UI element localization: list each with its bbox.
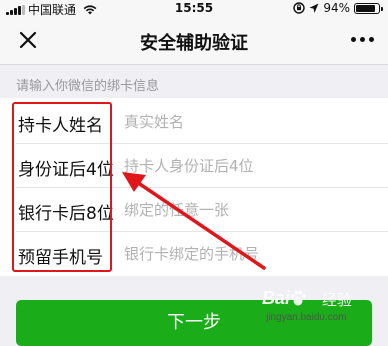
- baidu-jingyan-watermark: Bai 经验 jingyan.baidu.com: [262, 288, 382, 328]
- watermark-url: jingyan.baidu.com: [266, 312, 347, 323]
- watermark-jingyan: 经验: [322, 291, 353, 309]
- annotation-arrow-icon: [122, 172, 266, 270]
- watermark-brand: Bai: [262, 288, 291, 308]
- paw-icon: [291, 290, 306, 306]
